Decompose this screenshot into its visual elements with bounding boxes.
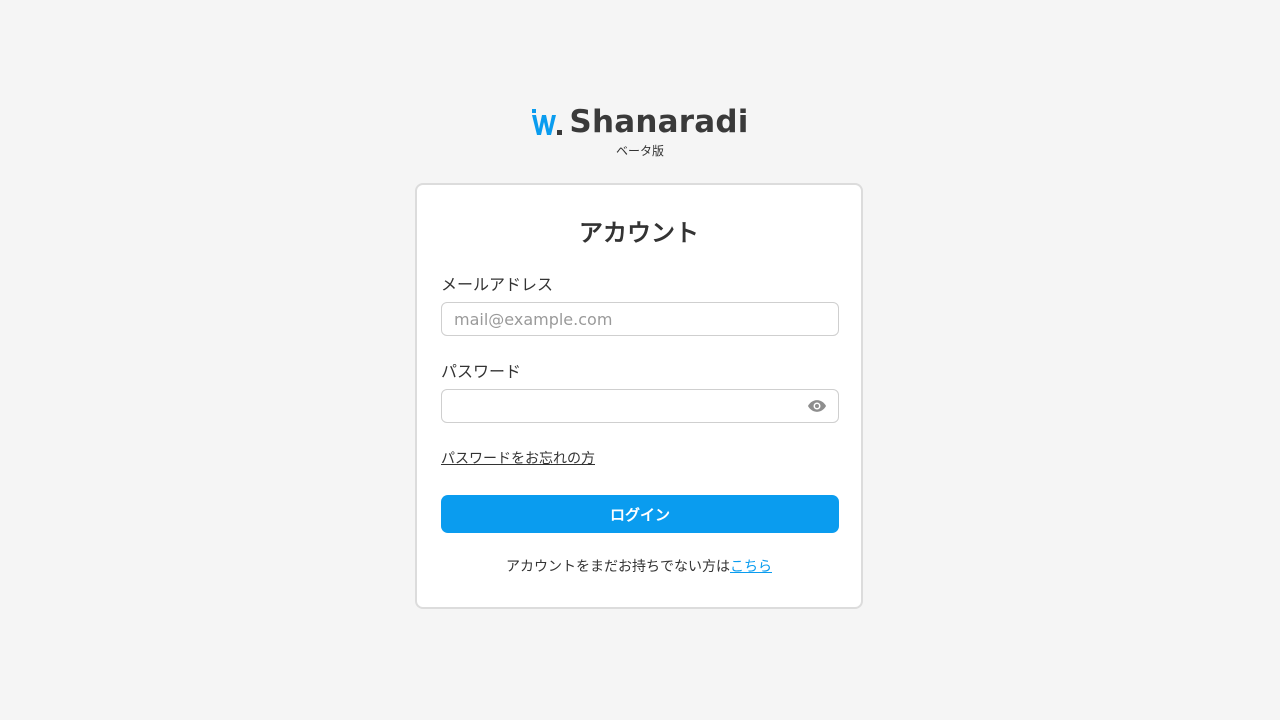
forgot-password-link[interactable]: パスワードをお忘れの方 [441, 449, 595, 469]
signup-prompt-row: アカウントをまだお持ちでない方はこちら [417, 557, 861, 577]
email-label: メールアドレス [441, 275, 554, 294]
signup-link[interactable]: こちら [730, 559, 772, 575]
login-card: アカウント メールアドレス パスワード パスワードをお忘れの方 ログイン アカウ… [415, 183, 863, 609]
shanaradi-logo-icon [532, 109, 563, 135]
login-button[interactable]: ログイン [441, 495, 839, 533]
password-input[interactable] [441, 389, 839, 423]
logo: Shanaradi [531, 104, 748, 140]
signup-prompt-text: アカウントをまだお持ちでない方は [506, 559, 730, 575]
login-page: Shanaradi ベータ版 アカウント メールアドレス パスワード パスワード… [0, 0, 1280, 720]
brand-name: Shanaradi [569, 104, 749, 140]
card-title: アカウント [579, 219, 699, 247]
eye-icon[interactable] [807, 396, 827, 416]
password-label: パスワード [441, 362, 522, 381]
brand-header: Shanaradi ベータ版 [0, 104, 1280, 159]
email-input[interactable] [441, 302, 839, 336]
beta-badge: ベータ版 [615, 144, 664, 158]
